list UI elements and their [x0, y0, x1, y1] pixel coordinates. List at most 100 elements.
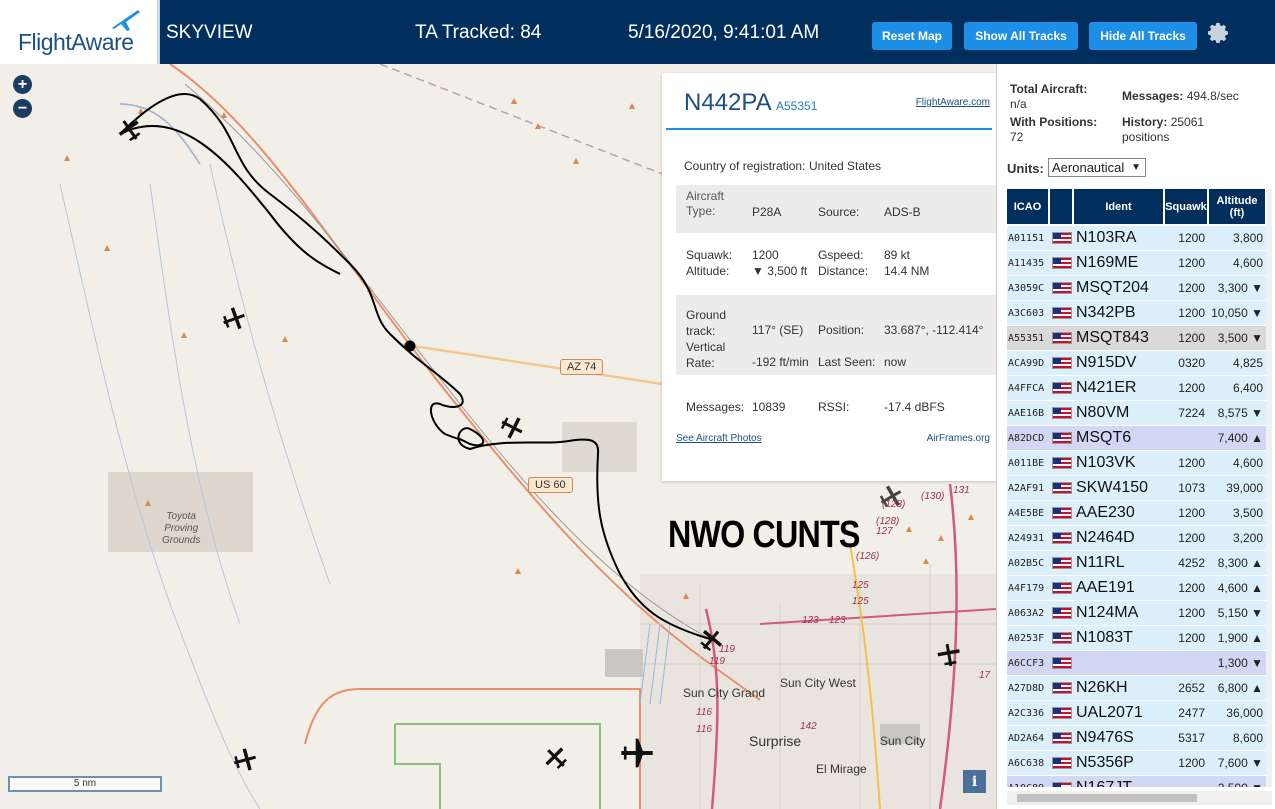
aircraft-photos-link[interactable]: See Aircraft Photos — [676, 433, 762, 444]
total-aircraft-stat: Total Aircraft: n/a — [1010, 82, 1087, 112]
table-row[interactable]: A11435 N169ME 1200 4,600 — [1007, 251, 1272, 276]
table-row[interactable]: A0253F N1083T 1200 1,900 ▲ — [1007, 626, 1272, 651]
row-ident: MSQT6 — [1076, 429, 1132, 446]
aircraft-marker-icon[interactable] — [221, 306, 247, 332]
table-row[interactable]: A4FFCA N421ER 1200 6,400 — [1007, 376, 1272, 401]
row-ident: N11RL — [1076, 554, 1125, 571]
aircraft-table: ICAO Ident Squawk Altitude (ft) A01151 N1… — [1007, 189, 1272, 787]
distance-value: 14.4 NM — [884, 264, 930, 278]
country-flag-icon — [1050, 526, 1074, 551]
overlay-caption: NWO CUNTS — [668, 514, 860, 556]
aircraft-marker-icon[interactable] — [499, 414, 525, 440]
row-ident: N103VK — [1076, 454, 1136, 471]
aircraft-marker-icon[interactable] — [543, 745, 569, 771]
units-dropdown[interactable]: Aeronautical ▼ — [1048, 158, 1146, 177]
column-header-squawk[interactable]: Squawk — [1165, 189, 1209, 224]
ground-track-value: 117° (SE) — [752, 323, 804, 337]
table-row[interactable]: A10C89 N167JT 2,500 ▼ — [1007, 776, 1272, 787]
row-ident: AAE191 — [1076, 579, 1135, 596]
country-flag-icon — [1050, 551, 1074, 576]
country-flag-icon — [1050, 376, 1074, 401]
table-row[interactable]: AAE16B N80VM 7224 8,575 ▼ — [1007, 401, 1272, 426]
table-row[interactable]: A6C638 N5356P 1200 7,600 ▼ — [1007, 751, 1272, 776]
table-row[interactable]: A4F179 AAE191 1200 4,600 ▲ — [1007, 576, 1272, 601]
column-header-ident[interactable]: Ident — [1074, 189, 1165, 224]
column-header-altitude[interactable]: Altitude (ft) — [1209, 189, 1267, 224]
table-row[interactable]: A55351 MSQT843 1200 3,500 ▼ — [1007, 326, 1272, 351]
table-vertical-scrollbar[interactable] — [1266, 189, 1272, 787]
route-label: 142 — [800, 721, 817, 732]
row-altitude: 39,000 — [1226, 481, 1263, 495]
row-squawk: 7224 — [1178, 406, 1205, 420]
row-ident: N2464D — [1076, 529, 1135, 546]
hide-all-tracks-button[interactable]: Hide All Tracks — [1089, 22, 1197, 50]
table-row[interactable]: A4E5BE AAE230 1200 3,500 — [1007, 501, 1272, 526]
table-row[interactable]: A82DCD MSQT6 7,400 ▲ — [1007, 426, 1272, 451]
info-button[interactable]: i — [963, 770, 986, 793]
row-altitude: 3,300 ▼ — [1217, 281, 1263, 295]
chevron-down-icon: ▼ — [1131, 162, 1141, 173]
table-row[interactable]: AD2A64 N9476S 5317 8,600 — [1007, 726, 1272, 751]
table-row[interactable]: ACA99D N915DV 0320 4,825 — [1007, 351, 1272, 376]
table-row[interactable]: A02B5C N11RL 4252 8,300 ▲ — [1007, 551, 1272, 576]
total-aircraft-value: n/a — [1010, 97, 1027, 111]
position-label: Position: — [818, 323, 865, 337]
last-seen-label: Last Seen: — [818, 355, 876, 369]
table-row[interactable]: A063A2 N124MA 1200 5,150 ▼ — [1007, 601, 1272, 626]
aircraft-type-label: Aircraft Type: — [686, 189, 725, 218]
app-title: SKYVIEW — [166, 22, 253, 43]
aircraft-marker-icon[interactable] — [117, 117, 143, 143]
aircraft-marker-icon[interactable] — [232, 747, 258, 773]
sun-city-grand-label: Sun City Grand — [683, 686, 766, 700]
table-row[interactable]: A011BE N103VK 1200 4,600 — [1007, 451, 1272, 476]
units-selected-value: Aeronautical — [1052, 160, 1125, 175]
us60-shield: US 60 — [528, 477, 573, 493]
row-squawk: 4252 — [1178, 556, 1205, 570]
popup-icao[interactable]: A55351 — [776, 99, 817, 113]
reset-map-button[interactable]: Reset Map — [872, 22, 952, 50]
table-row[interactable]: A3059C MSQT204 1200 3,300 ▼ — [1007, 276, 1272, 301]
messages-rate-label: Messages: — [1122, 89, 1184, 103]
country-flag-icon — [1050, 676, 1074, 701]
route-label: (128) — [876, 516, 900, 527]
country-flag-icon — [1050, 601, 1074, 626]
route-label: 17 — [979, 670, 991, 681]
table-row[interactable]: A27D8D N26KH 2652 6,800 ▲ — [1007, 676, 1272, 701]
table-row[interactable]: A6CCF3 1,300 ▼ — [1007, 651, 1272, 676]
row-icao: A2C336 — [1008, 707, 1045, 719]
logo-text: FlightAware — [18, 29, 134, 55]
route-label: 119 — [709, 656, 725, 667]
column-header-flag[interactable] — [1050, 189, 1074, 224]
row-altitude: 3,800 — [1232, 231, 1263, 245]
row-squawk: 1200 — [1178, 631, 1205, 645]
row-squawk: 1200 — [1178, 306, 1205, 320]
table-row[interactable]: A24931 N2464D 1200 3,200 — [1007, 526, 1272, 551]
history-unit: positions — [1122, 130, 1170, 144]
table-horizontal-scrollbar[interactable] — [1007, 791, 1272, 805]
aircraft-marker-icon[interactable] — [620, 736, 654, 770]
zoom-in-button[interactable]: + — [13, 75, 32, 94]
aircraft-marker-icon[interactable] — [936, 642, 962, 668]
gear-icon[interactable] — [1207, 22, 1229, 44]
table-body: A01151 N103RA 1200 3,800 A11435 N169ME 1200 4,6… — [1007, 226, 1272, 787]
row-ident: N5356P — [1076, 754, 1134, 771]
show-all-tracks-button[interactable]: Show All Tracks — [964, 22, 1078, 50]
row-icao: A3059C — [1008, 282, 1045, 294]
table-row[interactable]: A01151 N103RA 1200 3,800 — [1007, 226, 1272, 251]
column-header-icao[interactable]: ICAO — [1007, 189, 1050, 224]
scrollbar-thumb[interactable] — [1017, 794, 1197, 802]
zoom-out-button[interactable]: − — [13, 99, 32, 118]
flightaware-logo[interactable]: FlightAware — [0, 0, 160, 64]
flightaware-link[interactable]: FlightAware.com — [916, 97, 990, 108]
history-value: 25061 — [1170, 115, 1205, 129]
table-row[interactable]: A2C336 UAL2071 2477 36,000 — [1007, 701, 1272, 726]
table-row[interactable]: A2AF91 SKW4150 1073 39,000 — [1007, 476, 1272, 501]
table-row[interactable]: A3C603 N342PB 1200 10,050 ▼ — [1007, 301, 1272, 326]
surprise-label: Surprise — [749, 733, 802, 749]
squawk-label: Squawk: — [686, 248, 733, 262]
country-flag-icon — [1050, 251, 1074, 276]
airframes-link[interactable]: AirFrames.org — [927, 433, 990, 444]
row-altitude: 6,400 — [1232, 381, 1263, 395]
row-squawk: 2477 — [1178, 706, 1205, 720]
az74-shield: AZ 74 — [560, 359, 604, 375]
